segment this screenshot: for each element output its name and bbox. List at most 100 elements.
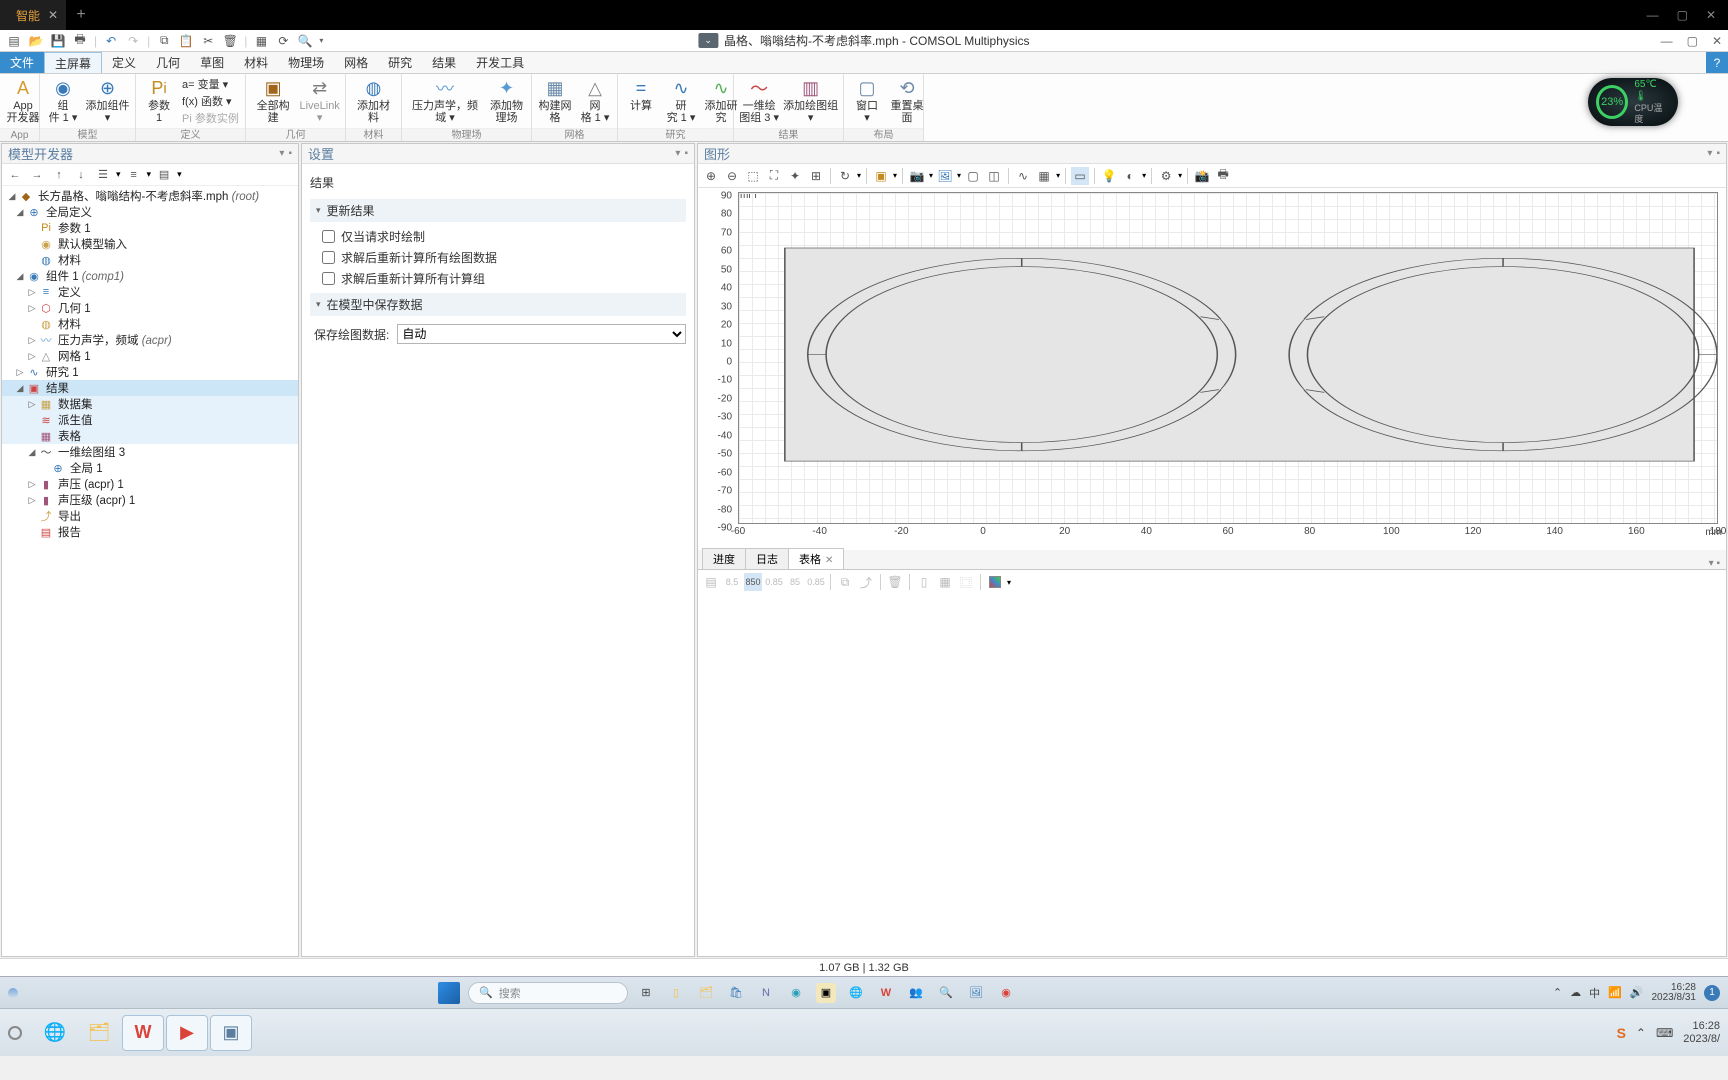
menu-materials[interactable]: 材料 <box>234 52 278 73</box>
zoom-box-icon[interactable]: ⬚ <box>744 167 762 185</box>
save-plot-data-select[interactable]: 自动 <box>397 324 686 344</box>
tree-datasets[interactable]: ▷▦数据集 <box>2 396 298 412</box>
search-app-icon[interactable]: 🔍 <box>936 983 956 1003</box>
tree-study[interactable]: ▷∿研究 1 <box>2 364 298 380</box>
panel-pin-icon[interactable]: ▪ <box>684 148 688 159</box>
paste-icon[interactable]: 📋 <box>178 33 194 49</box>
rotate-icon[interactable]: ↻ <box>836 167 854 185</box>
tab-close-icon[interactable]: ✕ <box>48 8 58 22</box>
tree-definitions[interactable]: ▷≡定义 <box>2 284 298 300</box>
tab-log[interactable]: 日志 <box>745 548 789 569</box>
edge-icon[interactable]: 🌐 <box>34 1015 76 1051</box>
menu-definitions[interactable]: 定义 <box>102 52 146 73</box>
app-maximize-icon[interactable]: ▢ <box>1687 34 1698 48</box>
menu-results[interactable]: 结果 <box>422 52 466 73</box>
tab-progress[interactable]: 进度 <box>702 548 746 569</box>
add-col-icon[interactable]: ▯ <box>915 573 933 591</box>
cb-only-on-request[interactable] <box>322 230 335 243</box>
undo-icon[interactable]: ↶ <box>103 33 119 49</box>
precision-85[interactable]: 8.5 <box>723 573 741 591</box>
collapse-icon[interactable]: ☰ <box>94 167 112 183</box>
clock[interactable]: 16:28 2023/8/31 <box>1652 983 1697 1003</box>
graphics-canvas[interactable]: mm mm 9080706050403020100-10-20-30-40-50… <box>698 188 1726 550</box>
wire-icon[interactable]: ∿ <box>1014 167 1032 185</box>
tree-derived[interactable]: ≋派生值 <box>2 412 298 428</box>
functions-button[interactable]: f(x) 函数 ▾ <box>182 93 239 109</box>
zoom-fit-icon[interactable]: ⊞ <box>807 167 825 185</box>
gear-icon[interactable]: ⚙ <box>1157 167 1175 185</box>
print-graphics-icon[interactable]: 🖶 <box>1214 167 1232 185</box>
app-close-icon[interactable]: ✕ <box>1712 34 1722 48</box>
tree-export[interactable]: ⤴导出 <box>2 508 298 524</box>
tree-global-def[interactable]: ◢⊕全局定义 <box>2 204 298 220</box>
export-table-icon[interactable]: ⤴ <box>857 573 875 591</box>
tree-materials-global[interactable]: ◍材料 <box>2 252 298 268</box>
image-icon[interactable]: 🖼 <box>936 167 954 185</box>
tree-physics[interactable]: ▷〰压力声学，频域 (acpr) <box>2 332 298 348</box>
volume-icon[interactable]: 🔊 <box>1630 986 1644 999</box>
panel-menu-icon[interactable]: ▾ <box>1707 148 1712 159</box>
clip-icon[interactable]: ◫ <box>985 167 1003 185</box>
menu-sketch[interactable]: 草图 <box>190 52 234 73</box>
cb-recompute-plots[interactable] <box>322 251 335 264</box>
light-icon[interactable]: 💡 <box>1100 167 1118 185</box>
notification-icon[interactable]: 1 <box>1704 985 1720 1001</box>
precision-full[interactable]: 0.85 <box>765 573 783 591</box>
cortana-icon[interactable] <box>8 988 18 998</box>
wps-icon[interactable]: W <box>122 1015 164 1051</box>
chrome-icon[interactable]: 🌐 <box>846 983 866 1003</box>
precision-850[interactable]: 850 <box>744 573 762 591</box>
cut-icon[interactable]: ✂ <box>200 33 216 49</box>
delete-icon[interactable]: 🗑 <box>222 33 238 49</box>
tab-close-icon[interactable]: ✕ <box>825 555 833 566</box>
tree-mesh[interactable]: ▷△网格 1 <box>2 348 298 364</box>
panel-menu-icon[interactable]: ▾ ▪ <box>1709 558 1726 569</box>
tree-materials-comp[interactable]: ◍材料 <box>2 316 298 332</box>
delete-icon[interactable]: 🗑 <box>886 573 904 591</box>
precision-085[interactable]: 0.85 <box>807 573 825 591</box>
copy-table-icon[interactable]: ⧉ <box>836 573 854 591</box>
photos-icon[interactable]: 🖼 <box>966 983 986 1003</box>
snapshot-icon[interactable]: 📸 <box>1193 167 1211 185</box>
folder-icon[interactable]: 🗂 <box>696 983 716 1003</box>
menu-study[interactable]: 研究 <box>378 52 422 73</box>
panel-menu-icon[interactable]: ▾ <box>675 148 680 159</box>
chevron-up-icon[interactable]: ⌃ <box>1636 1026 1646 1040</box>
tree-root[interactable]: ◢◆长方晶格、嗡嗡结构-不考虑斜率.mph (root) <box>2 188 298 204</box>
zoom-out-icon[interactable]: ⊖ <box>723 167 741 185</box>
nav-up-icon[interactable]: ↑ <box>50 167 68 183</box>
menu-devtools[interactable]: 开发工具 <box>466 52 534 73</box>
model-tree[interactable]: ◢◆长方晶格、嗡嗡结构-不考虑斜率.mph (root) ◢⊕全局定义 Pi参数… <box>2 186 298 956</box>
panel-pin-icon[interactable]: ▪ <box>1716 148 1720 159</box>
add-material-button[interactable]: ◍ 添加材料 <box>352 76 395 124</box>
save-icon[interactable]: 💾 <box>50 33 66 49</box>
find-icon[interactable]: 🔍 <box>297 33 313 49</box>
select-icon[interactable]: ▦ <box>253 33 269 49</box>
tree-acpr1[interactable]: ▷▮声压 (acpr) 1 <box>2 476 298 492</box>
comsol-icon[interactable]: ▣ <box>816 983 836 1003</box>
tree-default-input[interactable]: ◉默认模型输入 <box>2 236 298 252</box>
start-button[interactable] <box>438 982 460 1004</box>
help-button[interactable]: ? <box>1706 52 1728 73</box>
onedrive-icon[interactable]: ☁ <box>1570 986 1581 999</box>
wifi-icon[interactable]: 📶 <box>1608 986 1622 999</box>
tree-params[interactable]: Pi参数 1 <box>2 220 298 236</box>
panel-menu-icon[interactable]: ▾ <box>279 148 284 159</box>
new-tab-button[interactable]: + <box>66 6 96 24</box>
taskview-icon[interactable]: ⊞ <box>636 983 656 1003</box>
tree-tables[interactable]: ▦表格 <box>2 428 298 444</box>
app-minimize-icon[interactable]: — <box>1661 34 1673 48</box>
notes-icon[interactable]: N <box>756 983 776 1003</box>
zoom-selected-icon[interactable]: ✦ <box>786 167 804 185</box>
teams-icon[interactable]: 👥 <box>906 983 926 1003</box>
tree-plot1d[interactable]: ◢〜一维绘图组 3 <box>2 444 298 460</box>
zoom-in-icon[interactable]: ⊕ <box>702 167 720 185</box>
menu-geometry[interactable]: 几何 <box>146 52 190 73</box>
performance-widget[interactable]: 23% 65℃ 🌡 CPU温度 <box>1588 78 1678 126</box>
explorer-icon[interactable]: 🗂 <box>78 1015 120 1051</box>
tree-component[interactable]: ◢◉组件 1 (comp1) <box>2 268 298 284</box>
tree-acpr-spl[interactable]: ▷▮声压级 (acpr) 1 <box>2 492 298 508</box>
sogou-icon[interactable]: S <box>1617 1025 1626 1041</box>
menu-file[interactable]: 文件 <box>0 52 44 73</box>
show-icon[interactable]: ≡ <box>125 167 143 183</box>
